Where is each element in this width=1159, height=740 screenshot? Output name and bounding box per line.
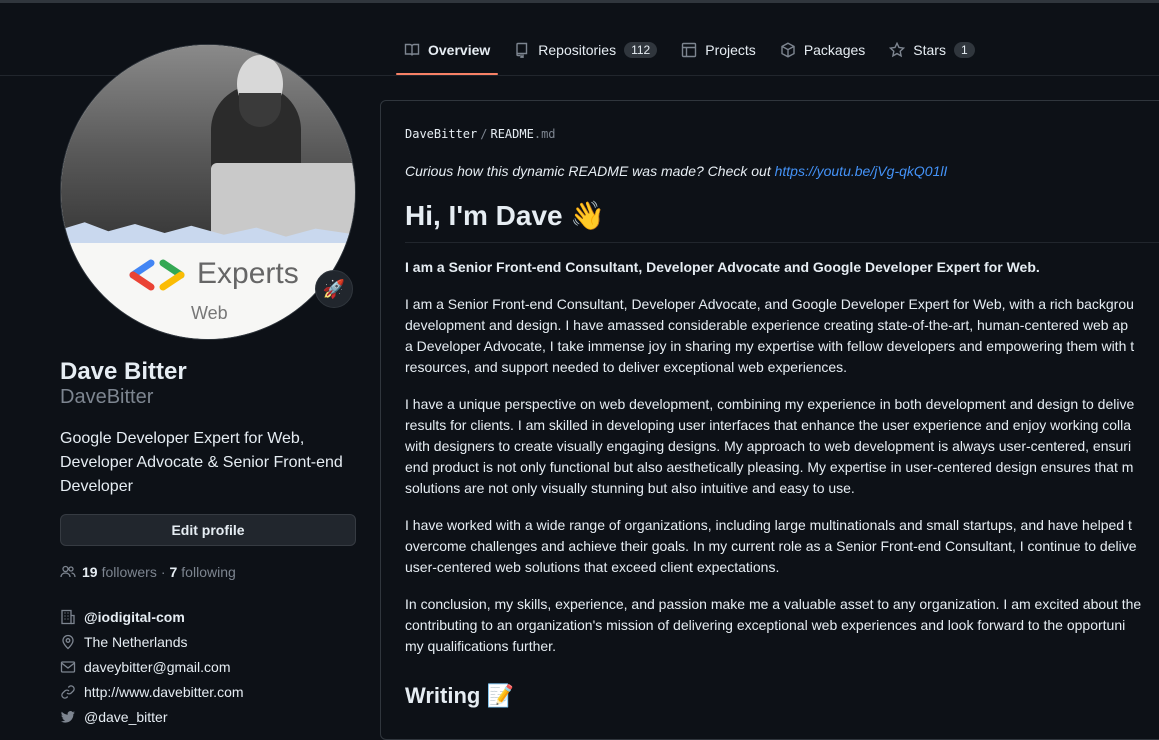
p3-line: user-centered web solutions that exceed …	[405, 559, 780, 575]
readme-path: DaveBitter / README.md	[405, 127, 556, 141]
p4-line: my qualifications further.	[405, 638, 556, 654]
location-text: The Netherlands	[84, 633, 188, 650]
readme-paragraph-3: I have worked with a wide range of organ…	[405, 515, 1159, 578]
tab-label: Overview	[428, 42, 491, 58]
followers-label: followers	[101, 564, 157, 580]
avatar-web-text: Web	[191, 303, 228, 323]
following-link[interactable]: 7 following	[170, 564, 236, 580]
tab-projects[interactable]: Projects	[673, 30, 764, 72]
readme-lead: I am a Senior Front-end Consultant, Deve…	[405, 259, 1040, 275]
p2-line: with designers to create visually engagi…	[405, 438, 1132, 454]
tab-label: Repositories	[538, 42, 617, 58]
p1-line: resources, and support needed to deliver…	[405, 359, 848, 375]
p3-line: overcome challenges and achieve their go…	[405, 538, 1137, 554]
tab-packages[interactable]: Packages	[772, 30, 873, 72]
status-rocket-icon[interactable]: 🚀	[315, 270, 353, 308]
email-link[interactable]: daveybitter@gmail.com	[84, 659, 231, 675]
readme-file-base: README	[490, 127, 534, 141]
readme-intro: Curious how this dynamic README was made…	[405, 161, 1159, 182]
package-icon	[781, 42, 795, 58]
followers-count: 19	[82, 564, 98, 580]
repo-icon	[516, 42, 528, 58]
avatar[interactable]: Experts Web	[60, 44, 356, 340]
tab-overview[interactable]: Overview	[396, 30, 499, 75]
p1-line: I am a Senior Front-end Consultant, Deve…	[405, 296, 1134, 312]
stars-count-badge: 1	[953, 42, 975, 58]
p2-line: end product is not only functional but a…	[405, 459, 1134, 475]
readme-heading: Hi, I'm Dave 👋	[405, 198, 1159, 243]
detail-website[interactable]: http://www.davebitter.com	[60, 679, 244, 704]
p4-line: In conclusion, my skills, experience, an…	[405, 596, 1142, 612]
detail-organization[interactable]: @iodigital-com	[60, 604, 244, 629]
organization-icon	[61, 609, 75, 624]
detail-email[interactable]: daveybitter@gmail.com	[60, 654, 244, 679]
profile-login: DaveBitter	[60, 386, 154, 408]
p2-line: I have a unique perspective on web devel…	[405, 396, 1135, 412]
repo-count-badge: 112	[624, 42, 658, 58]
book-icon	[404, 43, 420, 56]
readme-paragraph-4: In conclusion, my skills, experience, an…	[405, 594, 1159, 657]
tab-repositories[interactable]: Repositories 112	[506, 30, 665, 72]
readme-file-link[interactable]: README.md	[490, 127, 555, 141]
gde-logo-icon	[129, 259, 185, 291]
readme-content: Curious how this dynamic README was made…	[405, 161, 1159, 711]
p1-line: a Developer Advocate, I take immense joy…	[405, 338, 1135, 354]
p4-line: contributing to an organization's missio…	[405, 617, 1126, 633]
tab-label: Stars	[913, 42, 946, 58]
tab-stars[interactable]: Stars 1	[881, 30, 982, 72]
tab-label: Packages	[803, 42, 866, 58]
detail-location: The Netherlands	[60, 629, 244, 654]
location-icon	[62, 634, 74, 649]
profile-name: Dave Bitter	[60, 358, 187, 385]
p2-line: results for clients. I am skilled in dev…	[405, 417, 1132, 433]
profile-details: @iodigital-com The Netherlands daveybitt…	[60, 604, 244, 729]
website-link[interactable]: http://www.davebitter.com	[84, 684, 244, 700]
readme-owner-link[interactable]: DaveBitter	[405, 127, 477, 141]
readme-panel: DaveBitter / README.md Curious how this dy…	[380, 100, 1159, 740]
twitter-link[interactable]: @dave_bitter	[84, 709, 167, 725]
twitter-icon	[60, 710, 75, 723]
avatar-laptop	[211, 163, 355, 243]
follow-stats: 19 followers · 7 following	[60, 564, 236, 580]
edit-profile-button[interactable]: Edit profile	[60, 514, 356, 546]
following-count: 7	[169, 564, 178, 580]
followers-link[interactable]: 19 followers	[82, 564, 157, 580]
mail-icon	[60, 660, 76, 673]
link-icon	[61, 684, 75, 699]
readme-paragraph-1: I am a Senior Front-end Consultant, Deve…	[405, 294, 1159, 378]
p1-line: development and design. I have amassed c…	[405, 317, 1128, 333]
readme-file-ext: .md	[533, 127, 556, 141]
intro-text: Curious how this dynamic README was made…	[405, 163, 775, 179]
top-bar-edge	[0, 0, 1159, 3]
readme-paragraph-2: I have a unique perspective on web devel…	[405, 394, 1159, 499]
p3-line: I have worked with a wide range of organ…	[405, 517, 1132, 533]
people-icon	[60, 565, 76, 578]
table-icon	[682, 42, 697, 58]
avatar-experts-text: Experts	[197, 257, 299, 290]
following-label: following	[181, 564, 236, 580]
profile-tabs: Overview Repositories 112 Projects Packa…	[396, 30, 991, 75]
follow-separator: ·	[160, 564, 166, 580]
path-separator: /	[480, 127, 488, 141]
writing-heading: Writing 📝	[405, 683, 514, 708]
tab-label: Projects	[705, 42, 756, 58]
p2-line: solutions are not only visually stunning…	[405, 480, 855, 496]
star-icon	[889, 42, 906, 58]
organization-name: @iodigital-com	[84, 608, 185, 625]
youtube-link[interactable]: https://youtu.be/jVg-qkQ01lI	[775, 163, 948, 179]
detail-twitter[interactable]: @dave_bitter	[60, 704, 244, 729]
profile-bio: Google Developer Expert for Web, Develop…	[60, 430, 343, 495]
